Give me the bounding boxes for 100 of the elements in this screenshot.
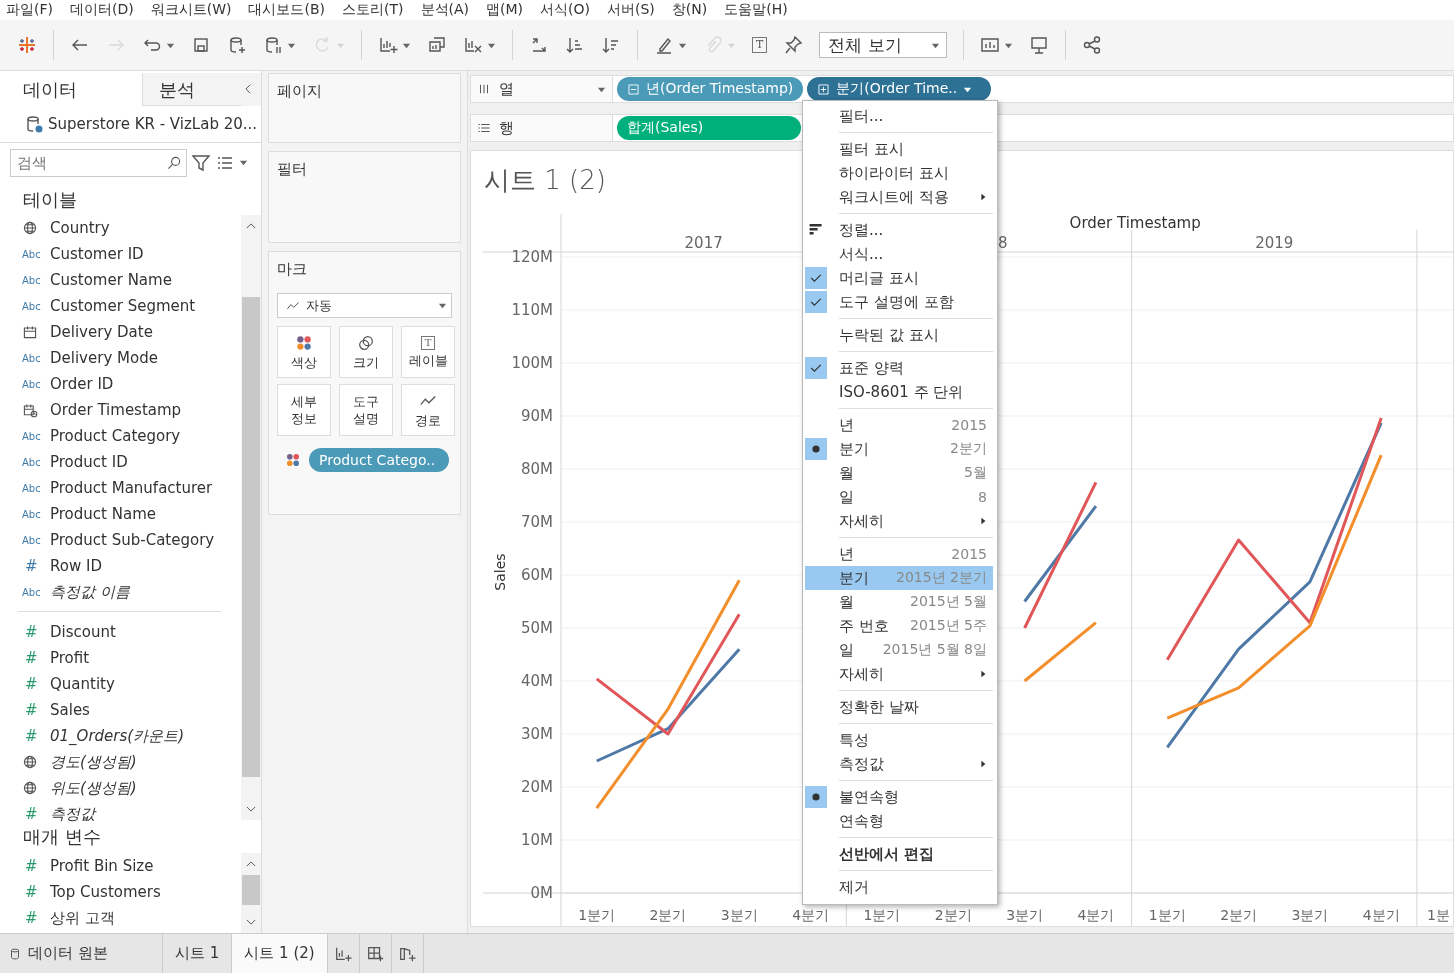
duplicate-chart-icon[interactable] (427, 35, 447, 55)
menu-item[interactable]: 선반에서 편집 (805, 842, 993, 866)
menu-bar-item[interactable]: 데이터(D) (70, 1, 134, 19)
menu-item[interactable]: 정렬... (805, 218, 993, 242)
text-box-button[interactable]: T (752, 37, 768, 53)
new-dashboard-icon[interactable] (366, 944, 385, 963)
menu-item[interactable]: 주 번호 2015년 5주 (805, 614, 993, 638)
menu-item[interactable]: ISO-8601 주 단위 (805, 380, 993, 404)
field-name[interactable]: Quantity (50, 675, 115, 694)
menu-bar-item[interactable]: 대시보드(B) (248, 1, 325, 19)
field-name[interactable]: Product ID (50, 453, 128, 472)
pane-tab[interactable]: 분석 (143, 73, 241, 106)
data-source-name[interactable]: Superstore KR - VizLab 20... (48, 114, 258, 133)
field-name[interactable]: 경도(생성됨) (50, 752, 137, 772)
caret-icon[interactable] (438, 301, 447, 310)
field-name[interactable]: Top Customers (50, 883, 161, 902)
sort-descending-icon[interactable] (601, 35, 621, 55)
menu-bar-item[interactable]: 창(N) (671, 1, 708, 19)
menu-item[interactable]: 연속형 (805, 809, 993, 833)
marks-button[interactable]: 경로 (401, 384, 455, 436)
field-name[interactable]: Delivery Mode (50, 349, 158, 368)
menu-item[interactable]: 도구 설명에 포함 (805, 290, 993, 314)
field-name[interactable]: Order Timestamp (50, 401, 182, 420)
search-field[interactable]: 검색 (10, 148, 187, 177)
menu-bar-item[interactable]: 분석(A) (420, 1, 469, 19)
field-name[interactable]: Product Category (50, 427, 181, 446)
field-name[interactable]: Customer Segment (50, 297, 196, 316)
menu-item[interactable]: 월 2015년 5월 (805, 590, 993, 614)
scrollbar[interactable] (241, 853, 261, 933)
menu-bar-item[interactable]: 서식(O) (540, 1, 590, 19)
menu-item[interactable]: 워크시트에 적용 (805, 185, 993, 209)
save-icon[interactable] (191, 35, 211, 55)
caret-icon[interactable] (239, 158, 248, 168)
year-header[interactable]: 8 (997, 234, 1008, 252)
field-name[interactable]: Profit Bin Size (50, 857, 154, 876)
scroll-thumb[interactable] (242, 875, 260, 906)
field-name[interactable]: 측정값 (50, 804, 95, 824)
sheet-tab[interactable]: 시트 1 (2) (232, 934, 328, 973)
menu-bar-item[interactable]: 스토리(T) (342, 1, 404, 19)
menu-item[interactable]: 년 2015 (805, 413, 993, 437)
pane-tab[interactable]: 데이터 (0, 73, 143, 106)
menu-item[interactable]: 하이라이터 표시 (805, 161, 993, 185)
field-name[interactable]: 상위 고객 (50, 908, 115, 928)
field-name[interactable]: Customer Name (50, 271, 172, 290)
menu-bar-item[interactable]: 맵(M) (486, 1, 524, 19)
menu-item[interactable]: 측정값 (805, 752, 993, 776)
menu-item[interactable]: 자세히 (805, 662, 993, 686)
field-name[interactable]: Product Sub-Category (50, 531, 215, 550)
menu-item[interactable]: 표준 양력 (805, 356, 993, 380)
chart-clear-icon[interactable] (463, 35, 483, 55)
menu-item[interactable]: 불연속형 (805, 785, 993, 809)
marks-button[interactable]: 세부 정보 (277, 384, 331, 436)
menu-item[interactable]: 특성 (805, 728, 993, 752)
sort-ascending-icon[interactable] (565, 35, 585, 55)
menu-item[interactable]: 분기 2분기 (805, 437, 993, 461)
menu-item[interactable]: 필터 표시 (805, 137, 993, 161)
menu-bar-item[interactable]: 도움말(H) (724, 1, 788, 19)
view-size-dropdown[interactable]: 전체 보기 (819, 32, 948, 58)
bar-chart-icon[interactable] (980, 35, 1001, 55)
sheet-tab[interactable]: 데이터 원본 (0, 934, 163, 973)
presentation-icon[interactable] (1029, 35, 1050, 55)
scrollbar[interactable] (241, 215, 261, 821)
menu-item[interactable]: 년 2015 (805, 542, 993, 566)
menu-bar-item[interactable]: 서버(S) (607, 1, 655, 19)
menu-item[interactable]: 일 8 (805, 485, 993, 509)
field-name[interactable]: Discount (50, 623, 116, 642)
field-name[interactable]: Profit (50, 649, 90, 668)
year-header[interactable]: 2019 (1255, 234, 1294, 252)
menu-item[interactable]: 제거 (805, 875, 993, 899)
scroll-thumb[interactable] (242, 297, 260, 778)
field-name[interactable]: 위도(생성됨) (50, 778, 137, 798)
chart-plus-icon[interactable] (378, 35, 398, 55)
marks-button[interactable]: T 레이블 (401, 326, 455, 378)
field-name[interactable]: Row ID (50, 557, 102, 576)
field-name[interactable]: Customer ID (50, 245, 144, 264)
menu-item[interactable]: 누락된 값 표시 (805, 323, 993, 347)
menu-item[interactable]: 분기 2015년 2분기 (805, 566, 993, 590)
database-pause-icon[interactable] (263, 35, 283, 55)
highlighter-icon[interactable] (654, 35, 674, 55)
menu-item[interactable]: 일 2015년 5월 8일 (805, 638, 993, 662)
search-icon[interactable] (166, 154, 182, 171)
field-name[interactable]: 측정값 이름 (50, 582, 130, 602)
menu-item[interactable]: 월 5월 (805, 461, 993, 485)
field-name[interactable]: Delivery Date (50, 323, 153, 342)
field-name[interactable]: 01_Orders(카운트) (50, 726, 184, 746)
menu-item[interactable]: 자세히 (805, 509, 993, 533)
marks-button[interactable]: 도구 설명 (339, 384, 393, 436)
menu-item[interactable]: 정확한 날짜 (805, 695, 993, 719)
mark-type-dropdown[interactable]: 자동 (277, 293, 452, 318)
field-name[interactable]: Sales (50, 701, 90, 720)
field-name[interactable]: Product Name (50, 505, 156, 524)
logo-icon[interactable] (17, 35, 37, 55)
share-icon[interactable] (1082, 35, 1103, 55)
field-name[interactable]: Country (50, 219, 110, 238)
menu-item[interactable]: 서식... (805, 242, 993, 266)
field-name[interactable]: Product Manufacturer (50, 479, 213, 498)
menu-item[interactable]: 머리글 표시 (805, 266, 993, 290)
database-plus-icon[interactable] (227, 35, 247, 55)
marks-button[interactable]: 색상 (277, 326, 331, 378)
marks-button[interactable]: 크기 (339, 326, 393, 378)
